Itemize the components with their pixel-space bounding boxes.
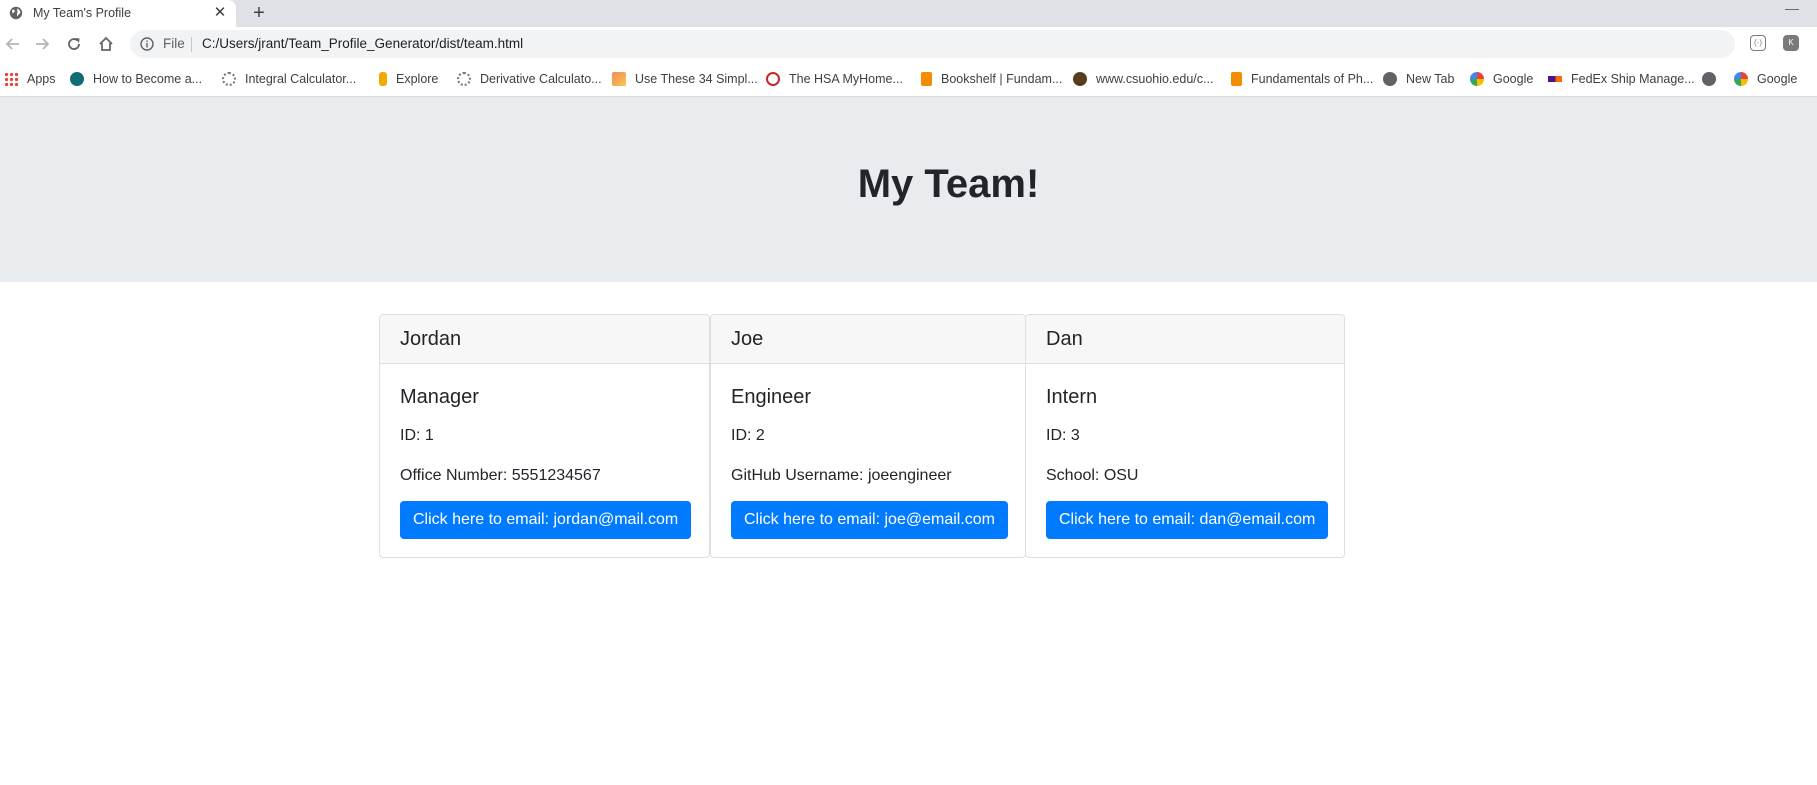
- team-member-card: Dan Intern ID: 3 School: OSU Click here …: [1025, 314, 1345, 558]
- bookshelf-icon: [1231, 72, 1242, 86]
- bookmark-item[interactable]: Explore: [379, 70, 438, 88]
- forward-arrow-icon[interactable]: [29, 31, 55, 57]
- bookmark-apps[interactable]: Apps: [4, 70, 56, 88]
- email-button[interactable]: Click here to email: jordan@mail.com: [400, 501, 692, 539]
- bookmark-item[interactable]: The HSA MyHome...: [766, 70, 903, 88]
- bookmark-label: FedEx Ship Manage...: [1571, 72, 1695, 86]
- member-role: Manager: [400, 386, 479, 408]
- minimize-window-icon[interactable]: —: [1782, 0, 1802, 16]
- member-id: ID: 2: [731, 427, 765, 444]
- bookmark-item[interactable]: Bookshelf | Fundam...: [921, 70, 1062, 88]
- bookmark-item[interactable]: FedEx Ship Manage...: [1548, 70, 1695, 88]
- globe-icon: [9, 6, 23, 20]
- bookmark-label: The HSA MyHome...: [789, 72, 903, 86]
- gear-icon: [457, 72, 471, 86]
- browser-tab[interactable]: My Team's Profile ✕: [0, 0, 236, 27]
- new-tab-button[interactable]: +: [249, 2, 269, 24]
- scheme-label: File: [163, 36, 185, 51]
- omnibox-divider: [191, 37, 192, 52]
- explore-icon: [379, 72, 387, 86]
- reload-icon[interactable]: [61, 31, 87, 57]
- tab-title: My Team's Profile: [33, 6, 132, 20]
- bookmark-item[interactable]: Fundamentals of Ph...: [1231, 70, 1373, 88]
- globe-icon: [1383, 72, 1397, 86]
- email-button[interactable]: Click here to email: joe@email.com: [731, 501, 1008, 539]
- back-arrow-icon[interactable]: [0, 31, 26, 57]
- member-id: ID: 1: [400, 427, 434, 444]
- feather-icon: [612, 72, 626, 86]
- info-icon[interactable]: [140, 37, 154, 51]
- bookmark-item[interactable]: New Tab: [1383, 70, 1454, 88]
- fedex-icon: [1548, 76, 1562, 82]
- member-id: ID: 3: [1046, 427, 1080, 444]
- header-jumbotron: My Team!: [0, 97, 1817, 282]
- bookmark-label: www.csuohio.edu/c...: [1096, 72, 1214, 86]
- team-member-card: Jordan Manager ID: 1 Office Number: 5551…: [379, 314, 710, 558]
- bookmark-item[interactable]: Derivative Calculato...: [457, 70, 602, 88]
- csu-icon: [1073, 72, 1087, 86]
- page-title: My Team!: [857, 162, 1040, 206]
- bookmark-item[interactable]: Google: [1734, 70, 1797, 88]
- bookshelf-icon: [921, 72, 932, 86]
- bookmarks-bar: Apps How to Become a... Integral Calcula…: [0, 61, 1817, 97]
- member-name: Dan: [1026, 315, 1344, 364]
- google-icon: [1470, 72, 1484, 86]
- github-username: GitHub Username: joeengineer: [731, 467, 952, 484]
- bookmark-item[interactable]: [1702, 70, 1725, 88]
- bookmark-label: How to Become a...: [93, 72, 203, 86]
- bookmark-item[interactable]: Integral Calculator...: [222, 70, 356, 88]
- member-name: Jordan: [380, 315, 709, 364]
- apps-grid-icon: [4, 72, 18, 86]
- member-role: Engineer: [731, 386, 812, 408]
- bookmark-label: Use These 34 Simpl...: [635, 72, 758, 86]
- bookmark-label: Apps: [27, 72, 56, 86]
- bookmark-label: New Tab: [1406, 72, 1455, 86]
- google-icon: [1734, 72, 1748, 86]
- email-button[interactable]: Click here to email: dan@email.com: [1046, 501, 1329, 539]
- bookmark-label: Explore: [396, 72, 439, 86]
- globe-teal-icon: [70, 72, 84, 86]
- extension-icon[interactable]: K: [1783, 35, 1799, 51]
- bookmark-label: Google: [1493, 72, 1534, 86]
- address-bar[interactable]: File C:/Users/jrant/Team_Profile_Generat…: [130, 30, 1735, 58]
- bookmark-item[interactable]: www.csuohio.edu/c...: [1073, 70, 1213, 88]
- office-number: Office Number: 5551234567: [400, 467, 601, 484]
- browser-toolbar: File C:/Users/jrant/Team_Profile_Generat…: [0, 27, 1817, 61]
- bookmark-label: Derivative Calculato...: [480, 72, 602, 86]
- bookmark-label: Fundamentals of Ph...: [1251, 72, 1374, 86]
- extension-icon[interactable]: (·): [1750, 35, 1766, 51]
- bookmark-item[interactable]: How to Become a...: [70, 70, 202, 88]
- team-member-card: Joe Engineer ID: 2 GitHub Username: joee…: [710, 314, 1026, 558]
- bookmark-item[interactable]: Use These 34 Simpl...: [612, 70, 758, 88]
- member-name: Joe: [711, 315, 1025, 364]
- bookmark-item[interactable]: Google: [1470, 70, 1533, 88]
- close-tab-icon[interactable]: ✕: [212, 5, 228, 21]
- gear-icon: [222, 72, 236, 86]
- bookmark-label: Bookshelf | Fundam...: [941, 72, 1063, 86]
- member-role: Intern: [1046, 386, 1098, 408]
- home-icon[interactable]: [93, 31, 119, 57]
- school: School: OSU: [1046, 467, 1139, 484]
- globe-icon: [1702, 72, 1716, 86]
- url-text[interactable]: C:/Users/jrant/Team_Profile_Generator/di…: [202, 36, 523, 51]
- bookmark-label: Integral Calculator...: [245, 72, 357, 86]
- tab-strip: My Team's Profile ✕ + —: [0, 0, 1817, 27]
- bookmark-label: Google: [1757, 72, 1798, 86]
- hsa-icon: [766, 72, 780, 86]
